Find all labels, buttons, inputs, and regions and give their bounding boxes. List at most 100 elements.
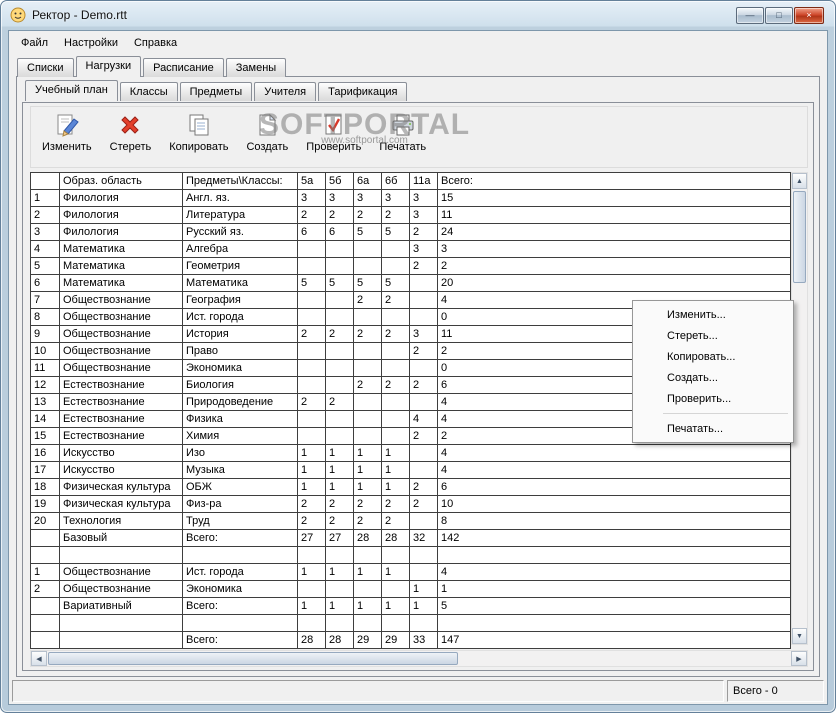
title-bar[interactable]: Ректор - Demo.rtt — □ × [0, 0, 836, 30]
area-cell[interactable]: Искусство [59, 444, 183, 462]
class-value-cell[interactable]: 1 [297, 461, 326, 479]
class-value-cell[interactable] [353, 410, 382, 428]
class-value-cell[interactable]: 5 [353, 274, 382, 292]
class-value-cell[interactable] [353, 393, 382, 411]
total-cell[interactable]: 3 [437, 240, 791, 258]
class-value-cell[interactable]: 1 [381, 444, 410, 462]
class-value-cell[interactable]: 1 [325, 461, 354, 479]
subject-cell[interactable]: Ист. города [182, 563, 298, 581]
class-value-cell[interactable]: 1 [297, 563, 326, 581]
row-number-cell[interactable]: 18 [30, 478, 60, 496]
toolbar-button-copy[interactable]: Копировать [160, 110, 237, 155]
class-value-cell[interactable] [297, 376, 326, 394]
class-value-cell[interactable]: 1 [353, 444, 382, 462]
total-cell[interactable]: 8 [437, 512, 791, 530]
class-value-cell[interactable]: 2 [409, 376, 438, 394]
row-number-cell[interactable]: 15 [30, 427, 60, 445]
context-menu-item-create[interactable]: Создать... [635, 367, 791, 388]
row-number-cell[interactable]: 9 [30, 325, 60, 343]
class-value-cell[interactable] [409, 308, 438, 326]
class-value-cell[interactable] [325, 427, 354, 445]
subject-cell[interactable]: Алгебра [182, 240, 298, 258]
area-cell[interactable]: Математика [59, 257, 183, 275]
class-value-cell[interactable] [297, 308, 326, 326]
class-value-cell[interactable]: 2 [353, 206, 382, 224]
menu-item-help[interactable]: Справка [126, 34, 185, 52]
menu-item-file[interactable]: Файл [13, 34, 56, 52]
class-value-cell[interactable] [409, 563, 438, 581]
class-value-cell[interactable]: 1 [297, 444, 326, 462]
class-value-cell[interactable] [409, 291, 438, 309]
row-number-cell[interactable]: 7 [30, 291, 60, 309]
row-number-cell[interactable]: 6 [30, 274, 60, 292]
row-number-cell[interactable]: 2 [30, 206, 60, 224]
class-value-cell[interactable]: 2 [297, 393, 326, 411]
class-value-cell[interactable]: 2 [297, 495, 326, 513]
subject-cell[interactable]: Право [182, 342, 298, 360]
maximize-button[interactable]: □ [765, 7, 793, 24]
total-cell[interactable]: 6 [437, 478, 791, 496]
class-value-cell[interactable]: 2 [325, 325, 354, 343]
subject-cell[interactable]: Русский яз. [182, 223, 298, 241]
row-number-cell[interactable]: 8 [30, 308, 60, 326]
class-value-cell[interactable] [325, 580, 354, 598]
minimize-button[interactable]: — [736, 7, 764, 24]
class-value-cell[interactable]: 1 [381, 478, 410, 496]
horizontal-scrollbar[interactable]: ◀ ▶ [30, 650, 808, 667]
class-value-cell[interactable] [297, 257, 326, 275]
subtab-tarifikatsiya[interactable]: Тарификация [318, 82, 408, 101]
total-cell[interactable]: 1 [437, 580, 791, 598]
class-value-cell[interactable]: 3 [409, 325, 438, 343]
tab-raspisanie[interactable]: Расписание [143, 58, 224, 77]
subject-cell[interactable]: Химия [182, 427, 298, 445]
class-value-cell[interactable] [353, 359, 382, 377]
area-cell[interactable]: Естествознание [59, 427, 183, 445]
row-number-cell[interactable]: 20 [30, 512, 60, 530]
total-cell[interactable]: 11 [437, 206, 791, 224]
row-number-cell[interactable]: 5 [30, 257, 60, 275]
area-cell[interactable]: Искусство [59, 461, 183, 479]
subject-cell[interactable]: Биология [182, 376, 298, 394]
row-number-cell[interactable]: 16 [30, 444, 60, 462]
class-value-cell[interactable] [297, 580, 326, 598]
context-menu-item-copy[interactable]: Копировать... [635, 346, 791, 367]
total-cell[interactable]: 24 [437, 223, 791, 241]
subject-cell[interactable]: Труд [182, 512, 298, 530]
class-value-cell[interactable]: 2 [325, 495, 354, 513]
area-cell[interactable]: Филология [59, 206, 183, 224]
class-value-cell[interactable] [409, 359, 438, 377]
subject-cell[interactable]: География [182, 291, 298, 309]
scroll-right-button[interactable]: ▶ [791, 651, 807, 666]
subject-cell[interactable]: История [182, 325, 298, 343]
class-value-cell[interactable]: 1 [325, 478, 354, 496]
class-value-cell[interactable] [353, 257, 382, 275]
subject-cell[interactable]: Изо [182, 444, 298, 462]
class-value-cell[interactable]: 2 [353, 291, 382, 309]
class-value-cell[interactable] [325, 342, 354, 360]
class-value-cell[interactable] [297, 410, 326, 428]
context-menu-item-print[interactable]: Печатать... [635, 418, 791, 439]
class-value-cell[interactable] [325, 376, 354, 394]
class-value-cell[interactable] [353, 240, 382, 258]
class-value-cell[interactable] [381, 308, 410, 326]
context-menu-item-edit[interactable]: Изменить... [635, 304, 791, 325]
subject-cell[interactable]: Экономика [182, 359, 298, 377]
tab-spiski[interactable]: Списки [17, 58, 74, 77]
scroll-left-button[interactable]: ◀ [31, 651, 47, 666]
class-value-cell[interactable]: 2 [409, 257, 438, 275]
class-value-cell[interactable] [325, 257, 354, 275]
class-value-cell[interactable] [353, 427, 382, 445]
tab-zameny[interactable]: Замены [225, 58, 287, 77]
horizontal-scroll-thumb[interactable] [48, 652, 458, 665]
class-value-cell[interactable]: 1 [353, 563, 382, 581]
class-value-cell[interactable]: 3 [409, 240, 438, 258]
row-number-cell[interactable]: 11 [30, 359, 60, 377]
class-value-cell[interactable] [297, 359, 326, 377]
class-value-cell[interactable]: 1 [409, 580, 438, 598]
area-cell[interactable]: Технология [59, 512, 183, 530]
total-cell[interactable]: 4 [437, 444, 791, 462]
class-value-cell[interactable]: 1 [353, 461, 382, 479]
class-value-cell[interactable] [325, 308, 354, 326]
vertical-scroll-thumb[interactable] [793, 191, 806, 283]
class-value-cell[interactable]: 2 [297, 512, 326, 530]
